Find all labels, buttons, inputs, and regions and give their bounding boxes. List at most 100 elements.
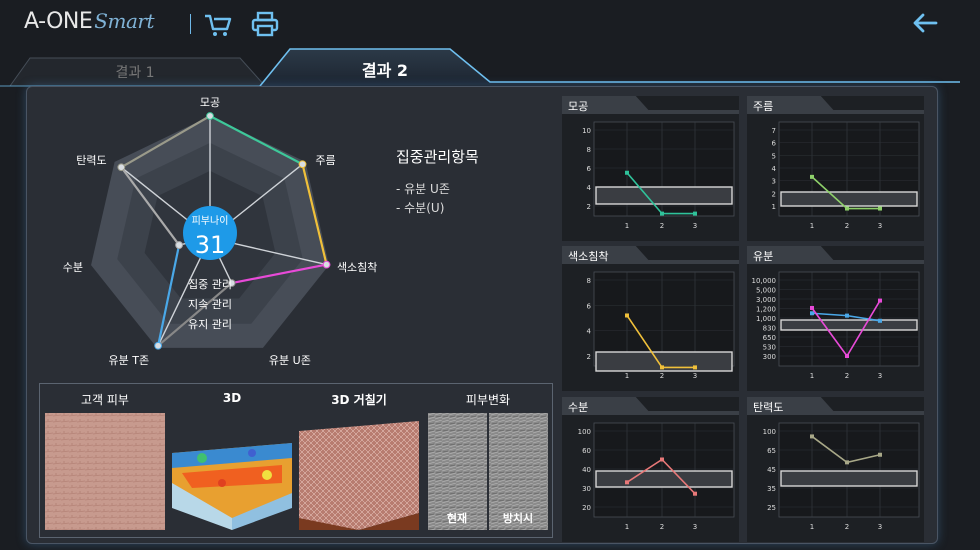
series-point [878,206,882,211]
trend-chart-title: 색소침착 [562,246,652,264]
trend-chart: 색소침착 8 6 4 2 1 2 3 [562,246,739,391]
radar-axis-label: 탄력도 [76,154,106,167]
series-point [625,170,629,175]
x-tick-label: 2 [845,523,849,531]
y-tick-label: 8 [587,146,591,154]
radar-axis-label: 유분 T존 [108,354,149,367]
y-tick-label: 8 [587,277,591,285]
series-point [810,305,814,310]
x-tick-label: 3 [878,523,882,531]
y-tick-label: 100 [578,428,591,436]
image-title-3d-roughness: 3D 거칠기 [331,393,387,407]
series-point [810,174,814,179]
series-point [625,480,629,485]
series-point [878,452,882,457]
skin-3d-heatmap[interactable] [172,413,292,530]
y-tick-label: 1,000 [756,315,776,323]
y-tick-label: 3 [772,178,776,186]
y-tick-label: 7 [772,127,776,135]
y-tick-label: 6 [587,165,592,173]
skin-age-label: 피부나이 [192,215,229,227]
series-point [845,206,849,211]
radar-point [117,163,126,172]
y-tick-label: 2 [587,353,591,361]
trend-chart: 유분 10,000 5,000 3,000 1,200 1,000 830 650 530 300… [747,246,924,391]
normal-range-band [595,470,733,488]
image-title-skin: 고객 피부 [81,393,129,407]
trend-chart-title: 탄력도 [747,397,837,415]
y-tick-label: 4 [587,328,592,336]
x-tick-label: 1 [810,222,814,230]
series-point [845,460,849,465]
customer-skin-photo[interactable] [45,413,165,530]
radar-point [175,241,183,249]
focus-care-title: 집중관리항목 [396,148,479,166]
y-tick-label: 1 [772,203,776,211]
caption-current: 현재 [446,512,468,525]
x-tick-label: 3 [878,372,882,380]
y-tick-label: 300 [763,353,776,361]
series-point [660,457,664,462]
trend-chart-plot: 8 6 4 2 1 2 3 [587,271,735,380]
skin-age-value: 31 [195,231,226,259]
normal-range-band [780,470,918,487]
series-point [878,298,882,303]
trend-chart: 수분 100 60 40 30 20 1 2 3 [562,397,739,542]
x-tick-label: 1 [810,523,814,531]
y-tick-label: 4 [587,184,592,192]
trend-chart-plot: 100 60 40 30 20 1 2 3 [578,422,735,531]
trend-chart: 탄력도 100 65 45 35 25 1 2 3 [747,397,924,542]
trend-chart-title: 유분 [747,246,837,264]
series-point [660,365,664,370]
x-tick-label: 1 [625,222,629,230]
x-tick-label: 1 [625,372,629,380]
image-title-skin-change: 피부변화 [465,393,511,407]
radar-axis-label: 색소침착 [337,261,377,274]
series-point [625,313,629,318]
radar-axis-label: 모공 [200,96,220,109]
x-tick-label: 2 [660,372,664,380]
y-tick-label: 65 [767,447,776,455]
radar-axis-label: 수분 [63,261,83,274]
normal-range-band [780,319,918,331]
series-point [810,311,814,316]
y-tick-label: 10,000 [752,277,777,285]
plot-area [778,422,920,518]
y-tick-label: 40 [582,466,591,474]
radar-legend-item: 지속 관리 [188,298,232,311]
x-tick-label: 3 [878,222,882,230]
trend-chart-plot: 7 6 5 4 3 2 1 1 2 3 [772,121,920,230]
y-tick-label: 530 [763,344,776,352]
radar-point [154,341,163,350]
y-tick-label: 5,000 [756,287,776,295]
series-point [810,434,814,439]
y-tick-label: 650 [763,334,776,342]
y-tick-label: 5 [772,152,776,160]
back-arrow-icon[interactable] [910,8,940,38]
series-point [878,318,882,323]
y-tick-label: 30 [582,485,591,493]
y-tick-label: 2 [772,190,776,198]
trend-chart-plot: 10 8 6 4 2 1 2 3 [582,121,735,230]
y-tick-label: 25 [767,504,776,512]
x-tick-label: 3 [693,523,697,531]
radar-legend-item: 집중 관리 [188,278,232,291]
skin-radar-chart: 피부나이 31 집중 관리지속 관리유지 관리 모공주름색소침착유분 U존 유분 T존 수… [63,96,378,367]
y-tick-label: 830 [763,325,776,333]
focus-care-item: - 수분(U) [396,201,445,215]
normal-range-band [595,186,733,205]
y-tick-label: 4 [772,165,777,173]
trend-chart-plot: 10,000 5,0003,000 1,2001,000 830650 530300 1 2… [752,271,920,380]
series-point [693,491,697,496]
y-tick-label: 45 [767,466,776,474]
series-point [660,211,664,216]
radar-point [298,160,307,169]
trend-chart: 주름 7 6 5 4 3 2 1 1 2 3 [747,96,924,241]
focus-care-item: - 유분 U존 [396,182,450,196]
x-tick-label: 2 [845,222,849,230]
y-tick-label: 10 [582,127,591,135]
x-tick-label: 2 [660,222,664,230]
caption-neglected: 방치시 [502,512,534,525]
skin-3d-roughness-mesh[interactable] [299,413,419,530]
series-point [693,211,697,216]
